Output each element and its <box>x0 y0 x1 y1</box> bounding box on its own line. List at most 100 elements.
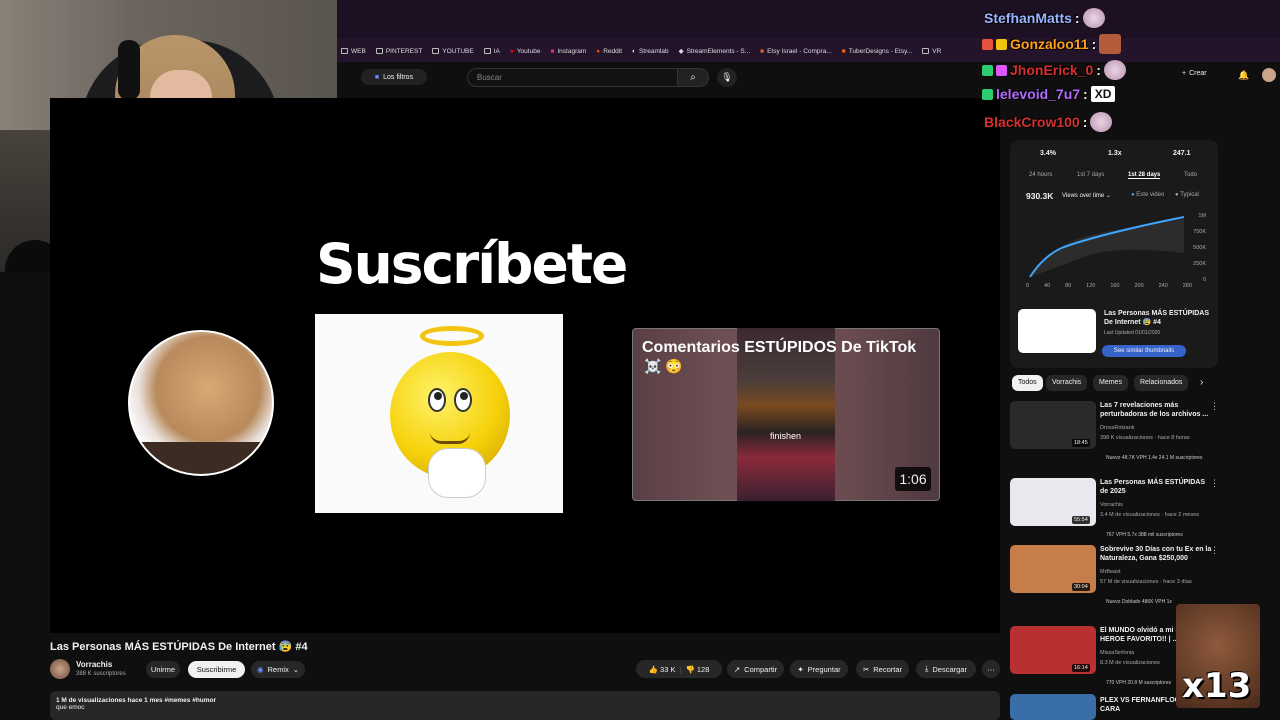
range-tab[interactable]: Todo <box>1184 172 1197 178</box>
more-icon[interactable]: ⋮ <box>1210 545 1219 556</box>
cat-image <box>128 330 274 476</box>
share-button[interactable]: ↗ Compartir <box>727 660 784 678</box>
chat-username: BlackCrow100 <box>984 114 1080 130</box>
typical-band <box>1030 219 1184 277</box>
badge-icon <box>982 88 993 100</box>
description-meta: 1 M de visualizaciones hace 1 mes #memes… <box>56 697 217 704</box>
voice-search-button[interactable]: 🎙 <box>717 68 737 87</box>
filters-label: Los filtros <box>383 73 414 81</box>
chat-emote <box>1090 112 1113 132</box>
share-icon: ↗ <box>733 664 741 674</box>
chip[interactable]: Relacionados <box>1134 375 1189 391</box>
like-button[interactable]: 👍 33 K <box>649 665 676 674</box>
chat-message: JhonErick_0 : <box>982 60 1126 80</box>
legend-this-video: ● Este video <box>1131 192 1165 198</box>
bookmark[interactable]: ■ TuberDesigns - Etsy... <box>842 48 913 55</box>
embed-caption: finishen <box>770 431 802 441</box>
badge-icon <box>996 38 1007 50</box>
legend-typical: ● Typical <box>1175 192 1199 198</box>
embed-title: Comentarios ESTÚPIDOS De TikTok <box>642 339 917 356</box>
filter-icon: ■ <box>374 73 380 81</box>
recommendation-item[interactable]: 18:45 Las 7 revelaciones más perturbador… <box>1010 401 1270 461</box>
remix-icon: ◉ <box>256 665 264 674</box>
bookmark[interactable]: ● Youtube <box>510 48 541 55</box>
range-tab[interactable]: 1st 7 days <box>1077 172 1104 178</box>
chat-emote <box>1103 60 1126 80</box>
chevron-down-icon: ⌄ <box>292 665 300 674</box>
stream-chat-overlay: StefhanMatts : Gonzaloo11 : JhonErick_0 … <box>970 0 1280 140</box>
like-dislike-group: 👍 33 K | 👎 128 <box>636 660 722 678</box>
subscribe-overlay-text: Suscríbete <box>316 232 628 296</box>
bookmark[interactable]: IA <box>483 48 500 55</box>
chat-username: lelevoid_7u7 <box>996 86 1081 102</box>
scissors-icon: ✂ <box>862 664 870 674</box>
chat-emote <box>1099 34 1122 54</box>
chat-message: lelevoid_7u7 : XD <box>982 86 1116 102</box>
more-icon: ⋯ <box>987 664 995 674</box>
similar-date: Last Updated 01/01/2026 <box>1104 330 1161 336</box>
views-select[interactable]: Views over time ⌄ <box>1062 192 1111 199</box>
search-input[interactable]: Buscar <box>467 68 678 87</box>
badge-icon <box>996 64 1007 76</box>
download-icon: ⤓ <box>925 664 929 673</box>
chip[interactable]: Memes <box>1093 375 1128 391</box>
bookmark[interactable]: WEB <box>341 48 366 55</box>
more-actions-button[interactable]: ⋯ <box>982 660 1000 678</box>
more-icon[interactable]: ⋮ <box>1210 401 1219 412</box>
channel-avatar[interactable] <box>50 659 70 679</box>
description-box[interactable]: 1 M de visualizaciones hace 1 mes #memes… <box>50 691 1000 720</box>
stat-value: 1.3x <box>1108 150 1122 157</box>
badge-icon <box>982 64 993 76</box>
bookmark[interactable]: VR <box>922 48 941 55</box>
bookmark[interactable]: ■ Etsy Israel - Compra... <box>760 48 832 55</box>
join-button[interactable]: Unirme <box>146 661 180 678</box>
chat-username: StefhanMatts <box>984 10 1072 26</box>
chat-message: BlackCrow100 : <box>984 112 1113 132</box>
ask-button[interactable]: ✦ Preguntar <box>790 660 848 678</box>
similar-thumbnail[interactable] <box>1018 309 1096 353</box>
range-tab-active[interactable]: 1st 28 days <box>1128 172 1161 179</box>
channel-subscribers: 388 K suscriptores <box>76 671 126 677</box>
filters-button[interactable]: ■ Los filtros <box>361 69 427 85</box>
chip[interactable]: Vorrachis <box>1046 375 1088 391</box>
search-button[interactable]: ⌕ <box>677 68 709 87</box>
chevron-right-icon[interactable]: › <box>1200 377 1203 388</box>
chat-message: Gonzaloo11 : <box>982 34 1122 54</box>
views-total: 930.3K <box>1026 191 1054 201</box>
badge-icon <box>982 38 993 50</box>
sparkle-icon: ✦ <box>797 664 804 674</box>
remix-button[interactable]: ◉ Remix ⌄ <box>251 661 305 678</box>
search-icon: ⌕ <box>690 72 696 83</box>
chat-username: JhonErick_0 <box>1010 62 1094 78</box>
clip-button[interactable]: ✂ Recortar <box>856 660 909 678</box>
recommendation-item[interactable]: 30:04 Sobrevive 30 Días con tu Ex en la … <box>1010 545 1270 605</box>
chat-emote <box>1082 8 1105 28</box>
bookmark[interactable]: ■ Instagram <box>550 48 586 55</box>
bookmark[interactable]: YOUTUBE <box>432 48 474 55</box>
embed-emoji: ☠️ 😳 <box>644 358 683 374</box>
chart-x-ticks: 0 40 80 120 160 200 240 280 <box>1026 283 1192 289</box>
video-title: Las Personas MÁS ESTÚPIDAS De Internet 😰… <box>50 641 308 653</box>
chart-y-ticks: 1M 750K 500K 250K 0 <box>1193 213 1206 283</box>
bookmark[interactable]: PINTEREST <box>375 48 422 55</box>
subscribe-button[interactable]: Suscribirme <box>188 661 245 678</box>
recommendation-item[interactable]: 55:54 Las Personas MÁS ESTÚPIDAS de 2025… <box>1010 478 1270 538</box>
similar-title: Las Personas MÁS ESTÚPIDAS De Internet 😰… <box>1104 310 1210 326</box>
meme-counter: x13 <box>1182 666 1252 706</box>
bookmark[interactable]: ● Reddit <box>596 48 622 55</box>
channel-name[interactable]: Vorrachis <box>76 660 112 669</box>
chip-all[interactable]: Todos <box>1012 375 1043 391</box>
dislike-button[interactable]: 👎 128 <box>685 665 709 674</box>
download-button[interactable]: ⤓ Descargar <box>916 660 976 678</box>
chat-username: Gonzaloo11 <box>1010 36 1089 52</box>
stat-value: 3.4% <box>1040 150 1056 157</box>
see-similar-button[interactable]: See similar thumbnails <box>1102 345 1186 357</box>
halo <box>420 326 484 346</box>
chat-message: StefhanMatts : <box>984 8 1105 28</box>
more-icon[interactable]: ⋮ <box>1210 478 1219 489</box>
bookmark[interactable]: ◐ Streamlab <box>632 48 669 55</box>
views-chart <box>1029 216 1185 278</box>
bookmark[interactable]: ◆ StreamElements - S... <box>679 47 751 56</box>
range-tab[interactable]: 24 hours <box>1029 172 1052 178</box>
stat-value: 247.1 <box>1173 150 1191 157</box>
